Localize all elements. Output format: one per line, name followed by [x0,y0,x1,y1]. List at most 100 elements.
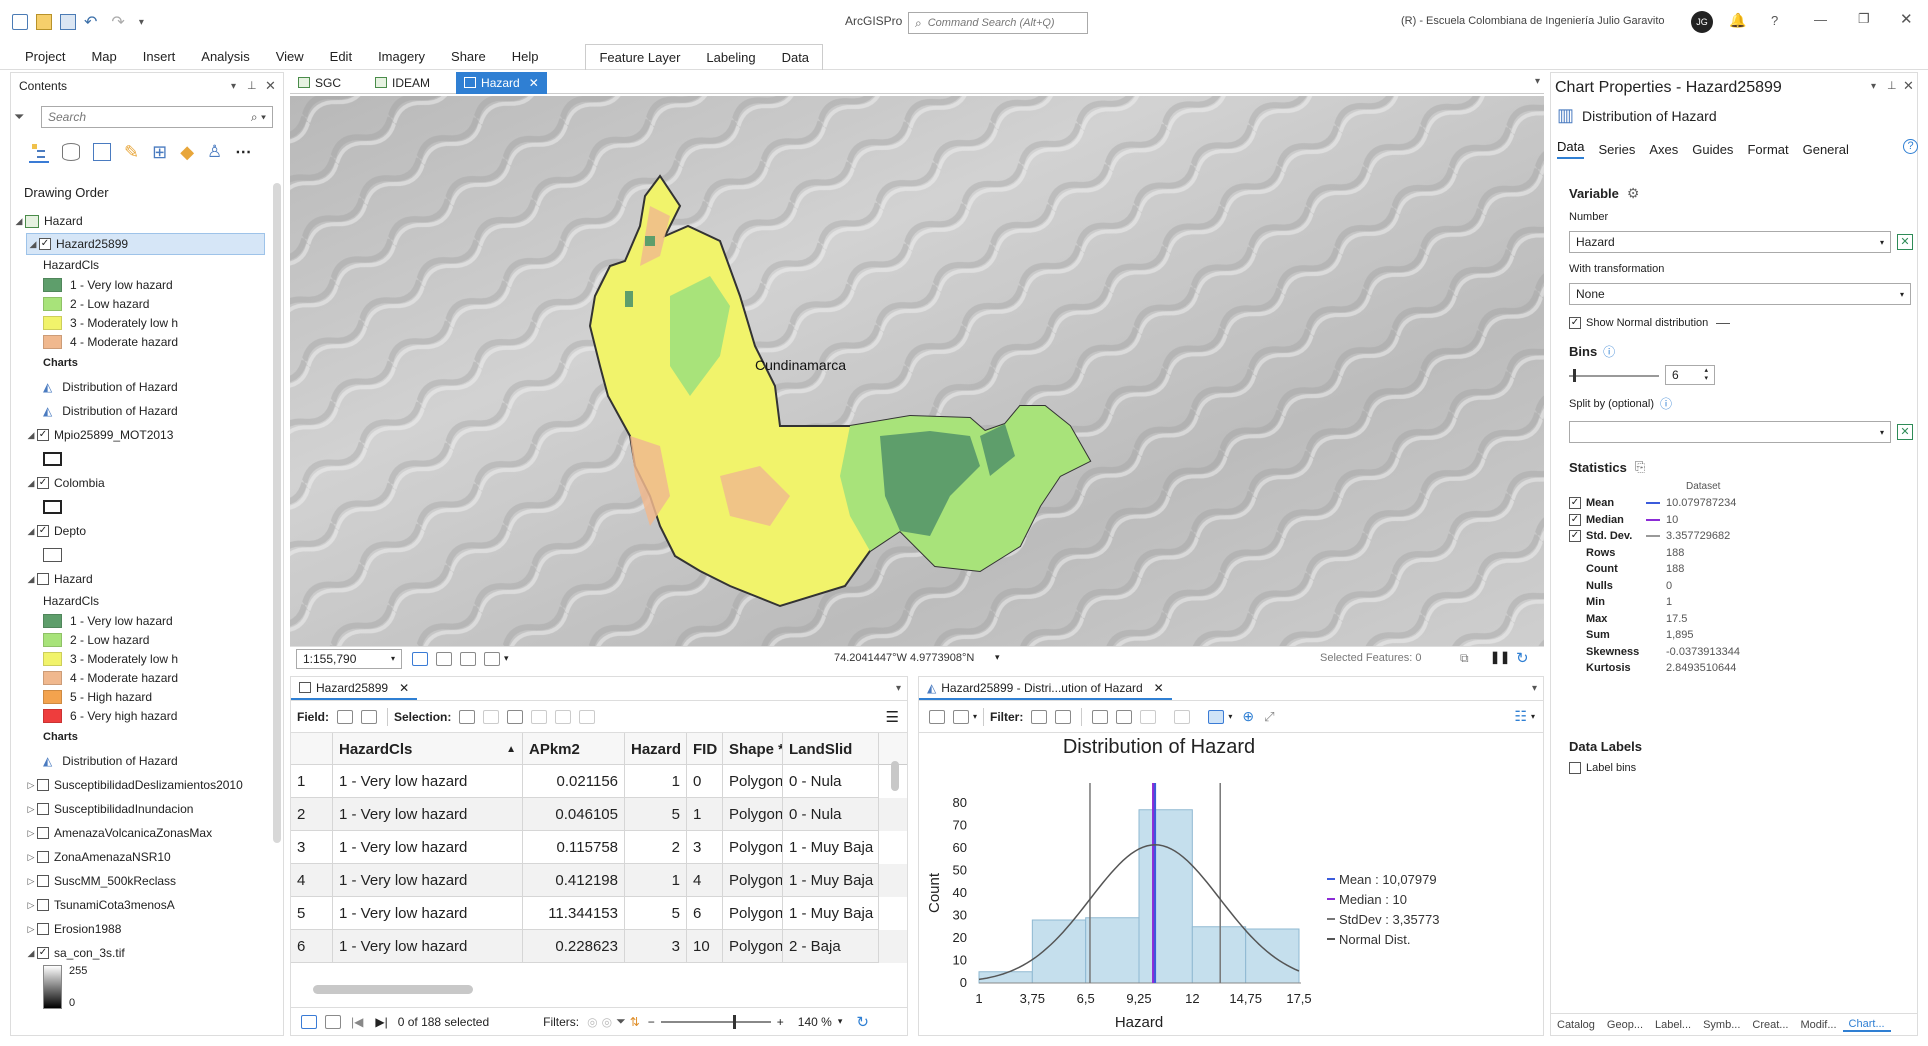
collapse-icon[interactable]: ◢ [27,239,39,250]
close-tab-icon[interactable]: ✕ [1154,681,1164,695]
table-cell[interactable]: 11.344153 [523,897,625,930]
info-icon[interactable]: ⓘ [1603,343,1615,360]
table-cell[interactable]: 1 - Very low hazard [333,798,523,831]
stat-checkbox[interactable]: ✓ [1569,513,1581,526]
layer-depto[interactable]: ◢ ✓ Depto [13,519,265,543]
bottom-tab[interactable]: Catalog [1551,1019,1601,1031]
table-cell[interactable]: 0.412198 [523,864,625,897]
refresh-icon[interactable]: ↻ [856,1013,869,1031]
layer-item[interactable]: ▷ SusceptibilidadDeslizamientos2010 [13,773,265,797]
tab-data[interactable]: Data [1557,139,1585,159]
tab-ideam[interactable]: IDEAM [367,72,438,94]
more-icon[interactable]: ⋯ [235,142,251,162]
histogram-bar[interactable] [1191,926,1247,984]
tab-view[interactable]: View [263,44,317,70]
table-row[interactable]: 21 - Very low hazard 0.046105 5 1 Polygon 0 -… [291,798,907,831]
tab-edit[interactable]: Edit [317,44,365,70]
table-cell[interactable]: 2 - Baja [783,930,879,963]
table-grid-icon[interactable] [436,651,452,666]
collapse-icon[interactable]: ◢ [25,948,37,959]
zoom-slider[interactable] [660,1014,771,1029]
pin-icon[interactable]: ⊥ [247,79,257,92]
table-cell[interactable]: 0.046105 [523,798,625,831]
legend-toggle-icon[interactable]: ☷ [1514,708,1527,725]
row-number[interactable]: 5 [291,897,333,930]
table-cell[interactable]: 5 [625,798,687,831]
histogram-chart[interactable]: Distribution of Hazard 0 10 20 30 40 50 60 70 80 1… [919,733,1543,1035]
tab-labeling[interactable]: Labeling [693,45,768,70]
pin-icon[interactable]: ⊥ [1887,79,1897,92]
layer-visibility-checkbox[interactable]: ✓ [37,477,49,489]
bottom-tab[interactable]: Symb... [1697,1019,1746,1031]
collapse-icon[interactable]: ◢ [13,216,25,227]
chevron-down-icon[interactable]: ▾ [995,652,1000,663]
zoom-in-icon[interactable]: + [777,1015,784,1029]
expand-icon[interactable]: ▷ [25,876,37,887]
chevron-down-icon[interactable]: ▾ [973,712,977,721]
legend-class[interactable]: 3 - Moderately low h [13,313,265,332]
tab-analysis[interactable]: Analysis [188,44,262,70]
expand-icon[interactable]: ▷ [25,828,37,839]
table-cell[interactable]: 1 - Very low hazard [333,765,523,798]
switch-selection-icon[interactable] [1116,709,1133,724]
table-cell[interactable]: 0 - Nula [783,765,879,798]
bell-icon[interactable]: 🔔 [1729,12,1746,29]
editing-icon[interactable]: ✎ [124,142,139,163]
collapse-icon[interactable]: ◢ [25,430,37,441]
collapse-icon[interactable]: ◢ [25,574,37,585]
histogram-bar[interactable] [1085,917,1140,984]
bins-slider[interactable] [1569,369,1659,382]
layer-visibility-checkbox[interactable] [37,875,49,887]
table-cell[interactable]: 1 - Muy Baja [783,864,879,897]
tab-hazard[interactable]: Hazard ✕ [456,71,547,94]
table-row[interactable]: 51 - Very low hazard 11.344153 5 6 Polygon 1 … [291,897,907,930]
table-cell[interactable]: Polygon [723,897,783,930]
pane-options-icon[interactable]: ▾ [231,81,236,92]
legend-class[interactable]: 2 - Low hazard [13,630,265,649]
command-search-input[interactable]: Command Search (Alt+Q) [928,17,1055,29]
layer-hazard[interactable]: ◢ Hazard [13,567,265,591]
rotation-icon[interactable] [484,651,500,666]
clear-selection-icon[interactable] [1140,709,1157,724]
bottom-tab[interactable]: Label... [1649,1019,1697,1031]
snapping-icon[interactable]: ⊞ [152,142,167,163]
legend-class[interactable]: 3 - Moderately low h [13,649,265,668]
layer-item[interactable]: ▷ SuscMM_500kReclass [13,869,265,893]
filter-query-icon[interactable]: ⏷ [616,1014,626,1029]
expand-icon[interactable]: ▷ [25,804,37,815]
perspective-icon[interactable]: ♙ [207,142,222,162]
close-pane-icon[interactable]: ✕ [1903,78,1914,94]
chevron-down-icon[interactable]: ▾ [1228,712,1232,721]
table-cell[interactable]: Polygon [723,864,783,897]
layer-visibility-checkbox[interactable]: ✓ [37,429,49,441]
layer-item[interactable]: ▷ ZonaAmenazaNSR10 [13,845,265,869]
table-cell[interactable]: Polygon [723,930,783,963]
first-record-icon[interactable]: |◀ [351,1015,363,1029]
tab-list-icon[interactable]: ▾ [1532,683,1537,694]
chevron-down-icon[interactable]: ▾ [504,653,509,664]
contents-search[interactable]: Search ⌕ ▾ [41,106,273,128]
clear-split-icon[interactable]: ✕ [1897,424,1913,440]
expand-icon[interactable]: ▷ [25,924,37,935]
table-cell[interactable]: Polygon [723,765,783,798]
legend-class[interactable]: 4 - Moderate hazard [13,332,265,351]
pause-drawing-icon[interactable]: ❚❚ [1490,650,1510,664]
layer-visibility-checkbox[interactable] [37,573,49,585]
table-cell[interactable]: 2 [625,831,687,864]
close-tab-icon[interactable]: ✕ [399,681,409,695]
sort-icon[interactable]: ⇅ [630,1015,640,1029]
tab-feature-layer[interactable]: Feature Layer [586,45,693,70]
table-cell[interactable]: 1 [625,864,687,897]
chevron-down-icon[interactable]: ▾ [1531,712,1535,721]
expand-icon[interactable]: ▷ [25,852,37,863]
layer-item[interactable]: ▷ SusceptibilidadInundacion [13,797,265,821]
zoom-to-selection-icon[interactable] [483,709,500,724]
copy-icon[interactable]: ⎘ [1635,459,1645,475]
layer-item[interactable]: ▷ AmenazaVolcanicaZonasMax [13,821,265,845]
table-cell[interactable]: 10 [687,930,723,963]
zoom-out-icon[interactable]: − [648,1015,655,1029]
map-view[interactable]: Cundinamarca [290,96,1544,646]
table-cell[interactable]: 1 [687,798,723,831]
help-icon[interactable]: ? [1771,13,1778,28]
table-cell[interactable]: 1 - Very low hazard [333,831,523,864]
